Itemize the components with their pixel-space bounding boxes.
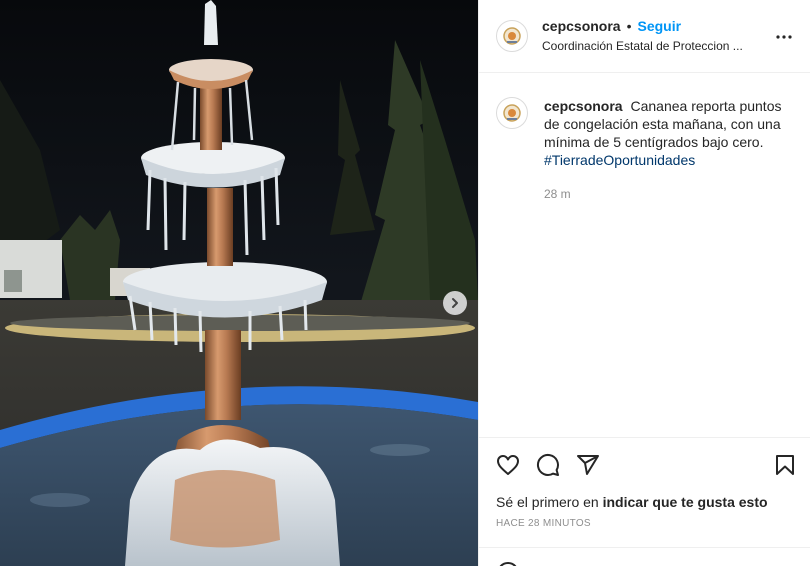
likes-prefix: Sé el primero en: [496, 494, 599, 510]
more-options-button[interactable]: [774, 27, 794, 47]
cepc-logo-icon: [503, 104, 521, 122]
comment-button[interactable]: [535, 452, 561, 478]
cepc-logo-icon: [503, 27, 521, 45]
comment-icon: [536, 453, 559, 476]
account-subtitle[interactable]: Coordinación Estatal de Proteccion ...: [542, 37, 743, 55]
like-button[interactable]: [495, 452, 521, 478]
action-bar: [479, 438, 810, 492]
save-button[interactable]: [773, 453, 797, 477]
header-username[interactable]: cepcsonora: [542, 17, 621, 35]
comment-bar: [479, 547, 810, 566]
frozen-fountain-image: [0, 0, 478, 566]
separator-dot: •: [626, 18, 632, 34]
paper-plane-icon: [577, 455, 599, 475]
emoji-icon[interactable]: [497, 562, 519, 566]
post-photo[interactable]: [0, 0, 478, 566]
share-button[interactable]: [575, 452, 601, 478]
caption-username[interactable]: cepcsonora: [544, 98, 623, 114]
post-caption: cepcsonora Cananea reporta puntos de con…: [479, 73, 810, 203]
next-photo-button[interactable]: [443, 291, 467, 315]
post-sidebar: cepcsonora • Seguir Coordinación Estatal…: [478, 0, 810, 566]
hashtag-link[interactable]: #TierradeOportunidades: [544, 152, 695, 168]
follow-button[interactable]: Seguir: [638, 17, 682, 35]
actions-section: Sé el primero en indicar que te gusta es…: [479, 437, 810, 529]
chevron-right-icon: [452, 298, 458, 308]
instagram-post: cepcsonora • Seguir Coordinación Estatal…: [0, 0, 810, 566]
bookmark-icon: [776, 455, 794, 475]
avatar[interactable]: [496, 20, 528, 52]
heart-icon: [497, 455, 519, 475]
caption-avatar[interactable]: [496, 97, 528, 129]
caption-time[interactable]: 28 m: [544, 185, 794, 203]
likes-line: Sé el primero en indicar que te gusta es…: [479, 494, 810, 510]
post-timestamp[interactable]: HACE 28 MINUTOS: [479, 518, 810, 529]
post-header: cepcsonora • Seguir Coordinación Estatal…: [479, 0, 810, 73]
like-link[interactable]: indicar que te gusta esto: [603, 494, 768, 510]
more-horizontal-icon: [776, 35, 792, 39]
